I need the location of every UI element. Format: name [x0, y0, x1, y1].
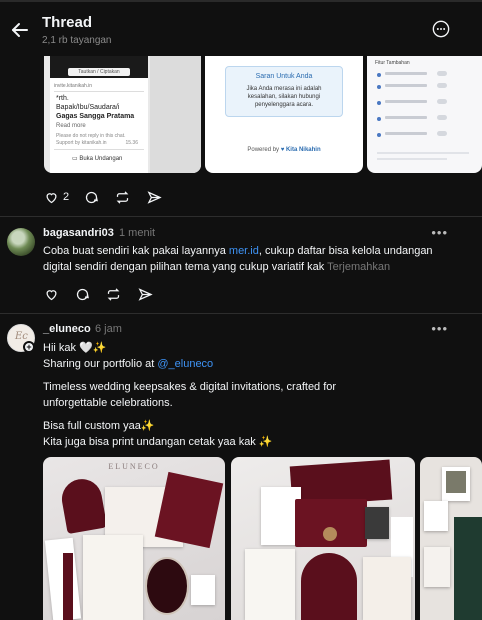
read-more-link: Read more — [56, 123, 86, 129]
repost-button[interactable] — [106, 284, 121, 304]
gallery-image[interactable]: ELUNECO — [43, 457, 225, 620]
reply-divider — [0, 313, 482, 314]
repost-icon — [107, 287, 120, 301]
mention-link[interactable]: @_eluneco — [157, 358, 213, 370]
comment-icon — [76, 288, 89, 300]
chat-footnote: Please do not reply in this chat. Suppor… — [56, 133, 138, 146]
view-count: 2,1 rb tayangan — [42, 35, 112, 46]
heart-icon — [46, 192, 57, 203]
gallery-image[interactable] — [231, 457, 415, 620]
back-arrow-icon[interactable] — [8, 18, 32, 42]
media-carousel[interactable]: Tautkan / Ciptakan invite.kitanikah.in *… — [0, 56, 482, 174]
chat-message: *rth. Bapak/Ibu/Saudara/i Gagas Sangga P… — [56, 95, 135, 120]
reply-paragraph: Bisa full custom yaa✨ Kita juga bisa pri… — [43, 420, 273, 448]
media-card-notice[interactable]: Saran Untuk Anda Jika Anda merasa ini ad… — [205, 56, 363, 173]
like-button[interactable] — [44, 284, 59, 304]
comment-button[interactable] — [84, 187, 99, 207]
reply-time: 6 jam — [95, 323, 122, 335]
reply-more-menu-icon[interactable]: ••• — [431, 225, 448, 240]
reply-more-menu-icon[interactable]: ••• — [431, 321, 448, 336]
powered-by: Powered by ♥ Kita Nikahin — [247, 147, 321, 153]
gallery-image[interactable] — [420, 457, 482, 620]
open-invitation-label: ▭ Buka Undangan — [72, 156, 123, 162]
share-button[interactable] — [138, 284, 153, 304]
reply-username[interactable]: _eluneco — [43, 323, 91, 335]
follow-plus-icon[interactable]: + — [23, 341, 35, 353]
repost-button[interactable] — [115, 187, 130, 207]
translate-link[interactable]: Terjemahkan — [327, 261, 390, 273]
media-gallery[interactable]: ELUNECO — [0, 457, 482, 620]
comment-icon — [85, 191, 98, 203]
send-icon — [138, 287, 153, 301]
avatar-monogram: Ec — [15, 331, 28, 342]
media-card-settings[interactable]: Fitur Tambahan — [367, 56, 482, 173]
settings-pane-title: Fitur Tambahan — [375, 60, 410, 66]
brand-heart-icon: ♥ — [280, 147, 285, 153]
post-divider — [0, 216, 482, 217]
repost-icon — [116, 190, 129, 204]
reply-username[interactable]: bagasandri03 — [43, 227, 114, 239]
chat-chip: Tautkan / Ciptakan — [68, 68, 130, 76]
share-button[interactable] — [147, 187, 162, 207]
reply-time: 1 menit — [119, 227, 156, 239]
page-title: Thread — [42, 14, 93, 31]
avatar[interactable] — [7, 228, 35, 256]
brand-watermark: ELUNECO — [108, 462, 160, 471]
like-button[interactable]: 2 — [44, 187, 69, 207]
more-options-icon[interactable] — [432, 20, 450, 38]
reply-paragraph: Timeless wedding keepsakes & digital inv… — [43, 381, 337, 409]
send-icon — [147, 190, 162, 204]
chat-url: invite.kitanikah.in — [54, 83, 93, 89]
like-count: 2 — [63, 191, 70, 203]
reply-text: Coba buat sendiri kak pakai layannya mer… — [43, 245, 433, 273]
thread-header: Thread 2,1 rb tayangan — [0, 0, 482, 56]
heart-icon — [46, 289, 57, 300]
invitation-icon: ▭ — [72, 156, 78, 162]
reply-text: Hii kak 🤍✨ Sharing our portfolio at @_el… — [43, 342, 214, 370]
chat-screenshot: Tautkan / Ciptakan invite.kitanikah.in *… — [50, 56, 148, 173]
reply-link[interactable]: mer.id — [229, 245, 259, 257]
media-card-chat-screenshot[interactable]: Tautkan / Ciptakan invite.kitanikah.in *… — [44, 56, 201, 173]
suggestion-box: Saran Untuk Anda Jika Anda merasa ini ad… — [225, 66, 343, 117]
comment-button[interactable] — [75, 284, 90, 304]
